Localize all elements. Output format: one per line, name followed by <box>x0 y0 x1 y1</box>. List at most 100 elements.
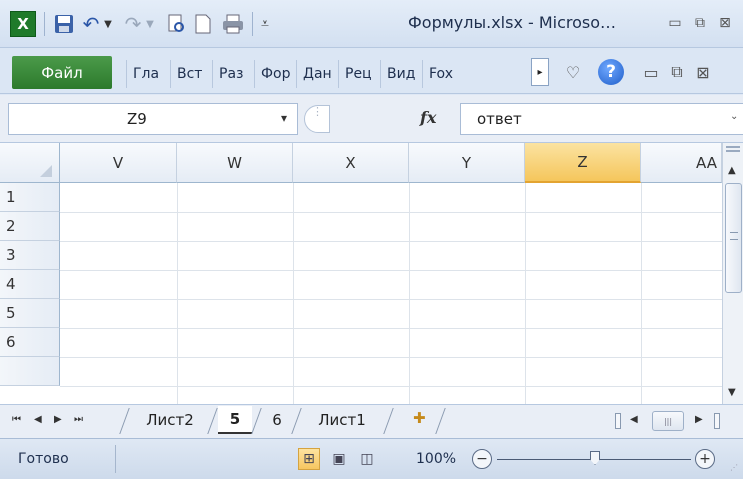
column-header-w[interactable]: W <box>177 143 293 183</box>
name-box-dropdown-icon[interactable]: ▾ <box>281 111 287 125</box>
tab-insert[interactable]: Вст <box>170 60 212 88</box>
row-header-4[interactable]: 4 <box>0 270 60 299</box>
sheet-tab-list1[interactable]: Лист1 <box>302 406 382 434</box>
qat-separator <box>252 12 253 36</box>
tab-separator <box>251 408 262 434</box>
name-box[interactable]: Z9 ▾ <box>8 103 298 135</box>
tab-review[interactable]: Рец <box>338 60 380 88</box>
qat-separator <box>44 12 45 36</box>
grid-line <box>60 386 722 387</box>
sheet-tab-5[interactable]: 5 <box>218 406 252 434</box>
tab-separator <box>383 408 394 434</box>
row-header-5[interactable]: 5 <box>0 299 60 328</box>
excel-logo-icon[interactable]: X <box>10 11 36 37</box>
vertical-scrollbar[interactable]: ▲ ▼ <box>722 143 743 404</box>
grid-line <box>60 299 722 300</box>
last-sheet-icon[interactable]: ⏭ <box>74 414 83 425</box>
close-icon[interactable]: ⊠ <box>714 12 736 34</box>
help-icon[interactable]: ? <box>598 59 624 85</box>
column-header-z[interactable]: Z <box>525 143 641 183</box>
zoom-level[interactable]: 100% <box>416 451 456 467</box>
row-header-1[interactable]: 1 <box>0 183 60 212</box>
sheet-tab-list2[interactable]: Лист2 <box>130 406 210 434</box>
grip-icon <box>730 232 738 240</box>
ribbon-minimize-chevron-icon[interactable]: ♡ <box>562 59 584 85</box>
sheet-tab-bar: ⏮ ◀ ▶ ⏭ Лист2 5 6 Лист1 ✚ ◀ ||| ▶ <box>0 404 743 438</box>
tab-scroll-right-icon[interactable]: ▸ <box>531 58 549 86</box>
vertical-scroll-thumb[interactable] <box>725 183 742 293</box>
workbook-close-icon[interactable]: ⊠ <box>692 59 714 85</box>
grid-line <box>641 183 642 404</box>
select-all-corner[interactable] <box>0 143 60 183</box>
status-bar: Готово ⊞ ▣ ◫ 100% − + ⋰ <box>0 438 743 479</box>
tab-view[interactable]: Вид <box>380 60 422 88</box>
spreadsheet-grid[interactable]: V W X Y Z AA 1 2 3 4 5 6 <box>0 143 722 404</box>
row-header-3[interactable]: 3 <box>0 241 60 270</box>
tab-page-layout[interactable]: Раз <box>212 60 254 88</box>
insert-function-icon[interactable]: fx <box>420 108 436 127</box>
ribbon-tab-bar: Файл Гла Вст Раз Фор Дан Рец Вид Fox ▸ ♡… <box>0 48 743 94</box>
print-icon[interactable] <box>220 11 246 37</box>
page-break-view-icon[interactable]: ◫ <box>356 448 378 470</box>
tab-file[interactable]: Файл <box>12 56 112 89</box>
redo-dropdown-icon[interactable]: ▼ <box>143 11 157 37</box>
split-handle-icon[interactable] <box>726 146 740 152</box>
first-sheet-icon[interactable]: ⏮ <box>12 414 21 425</box>
formula-bar: Z9 ▾ ⋮ fx ответ ⌄ <box>0 95 743 143</box>
name-box-value: Z9 <box>127 110 147 128</box>
normal-view-icon[interactable]: ⊞ <box>298 448 320 470</box>
tab-foxit[interactable]: Fox <box>422 60 530 88</box>
row-header-2[interactable]: 2 <box>0 212 60 241</box>
grid-line <box>60 241 722 242</box>
scroll-down-icon[interactable]: ▼ <box>728 387 736 398</box>
scroll-left-icon[interactable]: ◀ <box>630 414 638 425</box>
column-header-aa[interactable]: AA <box>641 143 722 183</box>
column-header-y[interactable]: Y <box>409 143 525 183</box>
column-header-v[interactable]: V <box>60 143 177 183</box>
prev-sheet-icon[interactable]: ◀ <box>34 414 42 425</box>
scroll-right-icon[interactable]: ▶ <box>695 414 703 425</box>
formula-input[interactable]: ответ <box>460 103 743 135</box>
zoom-in-icon[interactable]: + <box>695 449 715 469</box>
tab-home[interactable]: Гла <box>126 60 170 88</box>
print-preview-icon[interactable] <box>164 11 188 37</box>
new-icon[interactable] <box>192 11 214 37</box>
workbook-minimize-icon[interactable]: ▭ <box>640 59 662 85</box>
tab-formulas[interactable]: Фор <box>254 60 296 88</box>
restore-icon[interactable]: ⧉ <box>689 12 711 34</box>
row-header-6[interactable]: 6 <box>0 328 60 357</box>
horizontal-scroll-thumb[interactable]: ||| <box>652 411 684 431</box>
redo-icon[interactable]: ↷ <box>122 11 144 37</box>
window-title: Формулы.xlsx - Microso… <box>408 13 617 32</box>
grid-line <box>60 357 722 358</box>
insert-sheet-icon[interactable]: ✚ <box>413 409 426 427</box>
grid-line <box>293 183 294 404</box>
zoom-slider-thumb[interactable] <box>590 451 600 465</box>
resize-grip-icon[interactable]: ⋰ <box>730 463 738 472</box>
status-separator <box>115 445 116 473</box>
grid-line <box>60 328 722 329</box>
column-header-x[interactable]: X <box>293 143 409 183</box>
customize-icon[interactable]: ⩡ <box>257 11 273 37</box>
next-sheet-icon[interactable]: ▶ <box>54 414 62 425</box>
row-header-7[interactable] <box>0 357 60 386</box>
zoom-out-icon[interactable]: − <box>472 449 492 469</box>
undo-dropdown-icon[interactable]: ▼ <box>101 11 115 37</box>
scroll-up-icon[interactable]: ▲ <box>728 165 736 176</box>
tab-separator <box>119 408 130 434</box>
minimize-icon[interactable]: ▭ <box>664 12 686 34</box>
undo-icon[interactable]: ↶ <box>80 11 102 37</box>
tab-data[interactable]: Дан <box>296 60 338 88</box>
sheet-tab-6[interactable]: 6 <box>262 406 292 434</box>
formula-bar-expand-icon[interactable]: ⌄ <box>730 111 738 122</box>
formula-bar-dots-icon: ⋮ <box>312 105 323 118</box>
tab-separator <box>291 408 302 434</box>
tab-separator <box>435 408 446 434</box>
horizontal-split-handle[interactable] <box>714 413 720 429</box>
grid-line <box>60 270 722 271</box>
tab-split-handle[interactable] <box>615 413 621 429</box>
page-layout-view-icon[interactable]: ▣ <box>328 448 350 470</box>
workbook-restore-icon[interactable]: ⧉ <box>666 59 688 85</box>
select-all-icon <box>40 165 52 177</box>
save-icon[interactable] <box>52 11 76 37</box>
